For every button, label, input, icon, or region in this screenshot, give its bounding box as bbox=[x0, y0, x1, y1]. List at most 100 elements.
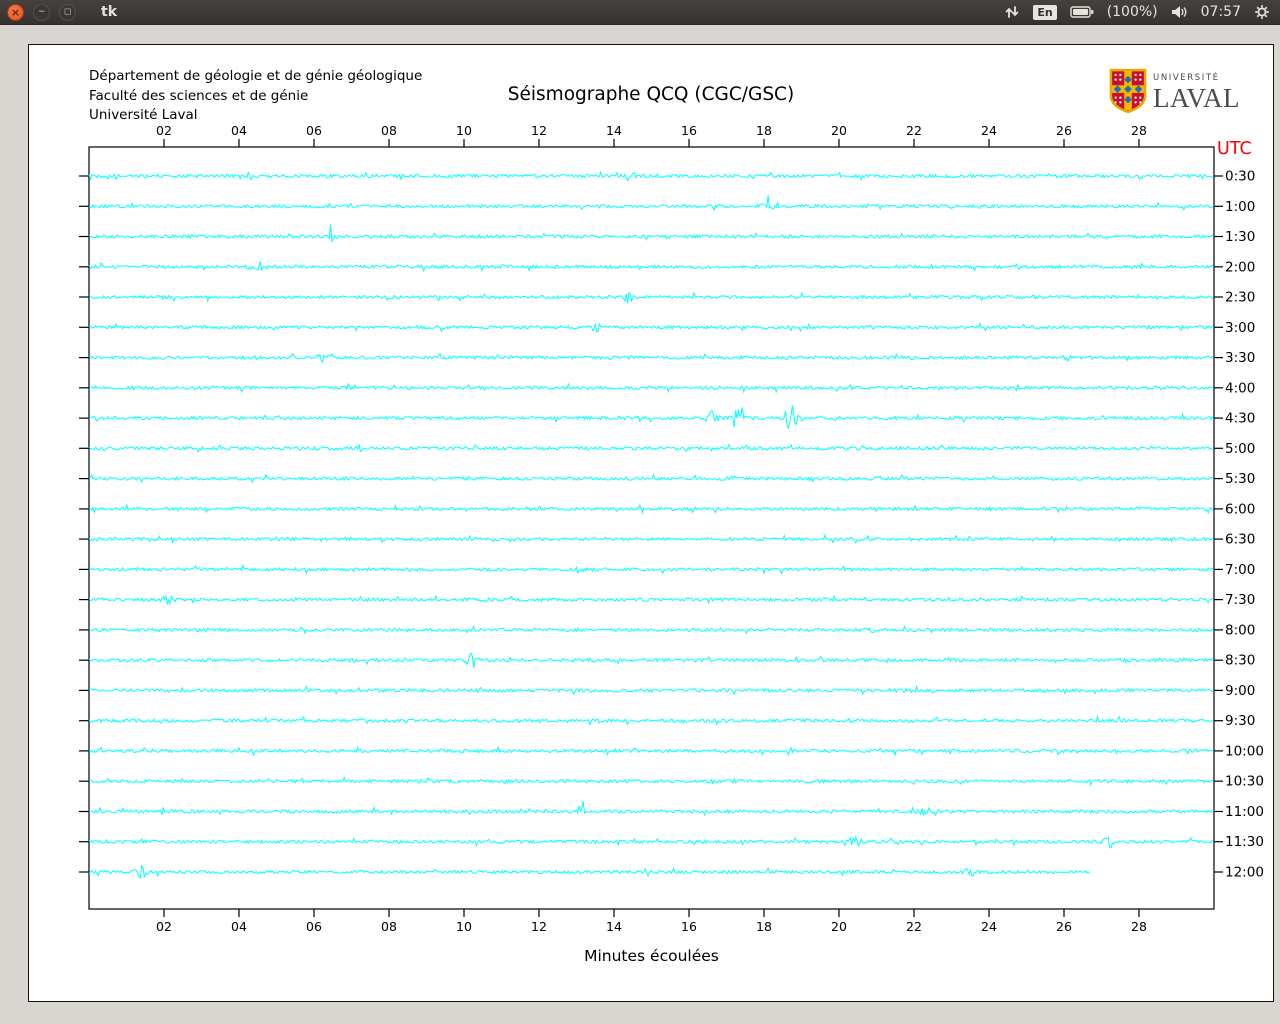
seismo-trace bbox=[88, 405, 1215, 430]
traces bbox=[88, 170, 1215, 880]
close-button[interactable]: × bbox=[7, 3, 24, 21]
utc-label: 6:00 bbox=[1225, 501, 1255, 517]
utc-label: 5:30 bbox=[1225, 471, 1255, 487]
seismo-trace bbox=[88, 745, 1214, 757]
maximize-button[interactable]: ◻ bbox=[59, 3, 76, 21]
seismo-trace bbox=[88, 224, 1214, 244]
utc-label: 9:00 bbox=[1225, 683, 1255, 699]
seismo-trace bbox=[88, 170, 1214, 182]
x-axis-label: Minutes écoulées bbox=[584, 947, 719, 965]
utc-label: 10:00 bbox=[1225, 743, 1264, 759]
x-tick-label-top: 02 bbox=[156, 123, 172, 138]
seismo-trace bbox=[88, 443, 1214, 454]
seismo-trace bbox=[88, 864, 1090, 880]
seismo-trace bbox=[88, 195, 1214, 212]
volume-icon[interactable] bbox=[1171, 5, 1188, 19]
tk-window: Département de géologie et de génie géol… bbox=[28, 44, 1274, 1002]
x-tick-label-bottom: 10 bbox=[456, 919, 472, 934]
window-controls: × − ◻ bbox=[7, 3, 76, 21]
x-tick-label-top: 06 bbox=[306, 123, 322, 138]
seismo-trace bbox=[88, 503, 1214, 515]
utc-label: 7:00 bbox=[1225, 562, 1255, 578]
utc-label: 9:30 bbox=[1225, 713, 1255, 729]
x-tick-label-top: 08 bbox=[381, 123, 397, 138]
utc-label: 3:00 bbox=[1225, 320, 1255, 336]
seismo-trace bbox=[88, 714, 1214, 727]
x-tick-label-bottom: 08 bbox=[381, 919, 397, 934]
seismo-trace bbox=[88, 800, 1215, 817]
x-tick-label-top: 26 bbox=[1056, 123, 1072, 138]
row-ticks bbox=[79, 175, 1223, 873]
plot-border bbox=[88, 146, 1215, 910]
window-title: tk bbox=[101, 4, 118, 20]
x-tick-label-bottom: 04 bbox=[231, 919, 247, 934]
x-tick-label-top: 16 bbox=[681, 123, 697, 138]
seismo-trace bbox=[88, 321, 1214, 333]
x-tick-label-bottom: 20 bbox=[831, 919, 847, 934]
utc-label: 8:00 bbox=[1225, 622, 1255, 638]
seismo-trace bbox=[88, 625, 1214, 635]
indicator-area: En (100%) 07:57 bbox=[1004, 4, 1270, 20]
x-axis-top: 02 04 06 08 10 12 14 16 18 20 22 24 26 28 bbox=[156, 123, 1147, 147]
seismo-trace bbox=[88, 684, 1214, 696]
x-tick-label-bottom: 02 bbox=[156, 919, 172, 934]
utc-label: 4:30 bbox=[1225, 411, 1255, 427]
x-tick-label-top: 20 bbox=[831, 123, 847, 138]
keyboard-layout-indicator[interactable]: En bbox=[1033, 4, 1057, 20]
x-tick-label-top: 14 bbox=[606, 123, 622, 138]
clock[interactable]: 07:57 bbox=[1201, 4, 1241, 20]
utc-label: 8:30 bbox=[1225, 653, 1255, 669]
x-tick-label-bottom: 24 bbox=[981, 919, 997, 934]
seismo-trace bbox=[88, 290, 1214, 304]
x-tick-label-top: 12 bbox=[531, 123, 547, 138]
x-tick-label-top: 10 bbox=[456, 123, 472, 138]
seismo-trace bbox=[88, 261, 1215, 273]
x-tick-label-top: 22 bbox=[906, 123, 922, 138]
x-tick-label-top: 24 bbox=[981, 123, 997, 138]
utc-label: 0:30 bbox=[1225, 169, 1255, 185]
utc-label: 5:00 bbox=[1225, 441, 1255, 457]
utc-label: 1:00 bbox=[1225, 199, 1255, 215]
battery-percentage[interactable]: (100%) bbox=[1107, 4, 1158, 20]
x-tick-label-bottom: 16 bbox=[681, 919, 697, 934]
battery-icon[interactable] bbox=[1069, 5, 1094, 19]
utc-label: 4:00 bbox=[1225, 380, 1255, 396]
x-tick-label-bottom: 06 bbox=[306, 919, 322, 934]
x-tick-label-top: 18 bbox=[756, 123, 772, 138]
utc-label: 3:30 bbox=[1225, 350, 1255, 366]
session-gear-icon[interactable] bbox=[1254, 4, 1270, 20]
utc-axis-title: UTC bbox=[1217, 139, 1252, 159]
utc-label: 1:30 bbox=[1225, 229, 1255, 245]
seismo-trace bbox=[88, 534, 1214, 545]
x-tick-label-bottom: 22 bbox=[906, 919, 922, 934]
utc-label: 2:30 bbox=[1225, 290, 1255, 306]
x-axis-bottom: 02 04 06 08 10 12 14 16 18 20 22 24 26 28 bbox=[156, 909, 1147, 934]
utc-label: 11:30 bbox=[1225, 834, 1264, 850]
seismo-trace bbox=[88, 776, 1214, 787]
seismo-trace bbox=[88, 473, 1214, 484]
seismo-trace bbox=[88, 382, 1214, 394]
utc-label: 7:30 bbox=[1225, 592, 1255, 608]
x-tick-label-top: 04 bbox=[231, 123, 247, 138]
seismo-trace bbox=[88, 594, 1214, 606]
x-tick-label-bottom: 28 bbox=[1131, 919, 1147, 934]
seismo-trace bbox=[88, 352, 1214, 364]
updown-arrows-icon[interactable] bbox=[1004, 4, 1020, 20]
x-tick-label-bottom: 26 bbox=[1056, 919, 1072, 934]
utc-label: 6:30 bbox=[1225, 532, 1255, 548]
seismo-trace bbox=[88, 835, 1214, 849]
x-tick-label-bottom: 18 bbox=[756, 919, 772, 934]
minimize-button[interactable]: − bbox=[33, 3, 50, 21]
utc-label: 12:00 bbox=[1225, 865, 1264, 881]
utc-label: 11:00 bbox=[1225, 804, 1264, 820]
utc-label: 2:00 bbox=[1225, 259, 1255, 275]
seismograph-svg: 02 04 06 08 10 12 14 16 18 20 22 24 26 28 02 04 06 08 10 12… bbox=[79, 123, 1264, 965]
top-panel: × − ◻ tk En (100%) 07:57 bbox=[0, 0, 1280, 25]
x-tick-label-bottom: 12 bbox=[531, 919, 547, 934]
utc-labels: 0:30 1:00 1:30 2:00 2:30 3:00 3:30 4:00 4:30 5:00… bbox=[1225, 169, 1264, 881]
x-tick-label-bottom: 14 bbox=[606, 919, 622, 934]
utc-label: 10:30 bbox=[1225, 774, 1264, 790]
seismo-trace bbox=[88, 564, 1215, 575]
seismo-trace bbox=[88, 652, 1214, 669]
x-tick-label-top: 28 bbox=[1131, 123, 1147, 138]
